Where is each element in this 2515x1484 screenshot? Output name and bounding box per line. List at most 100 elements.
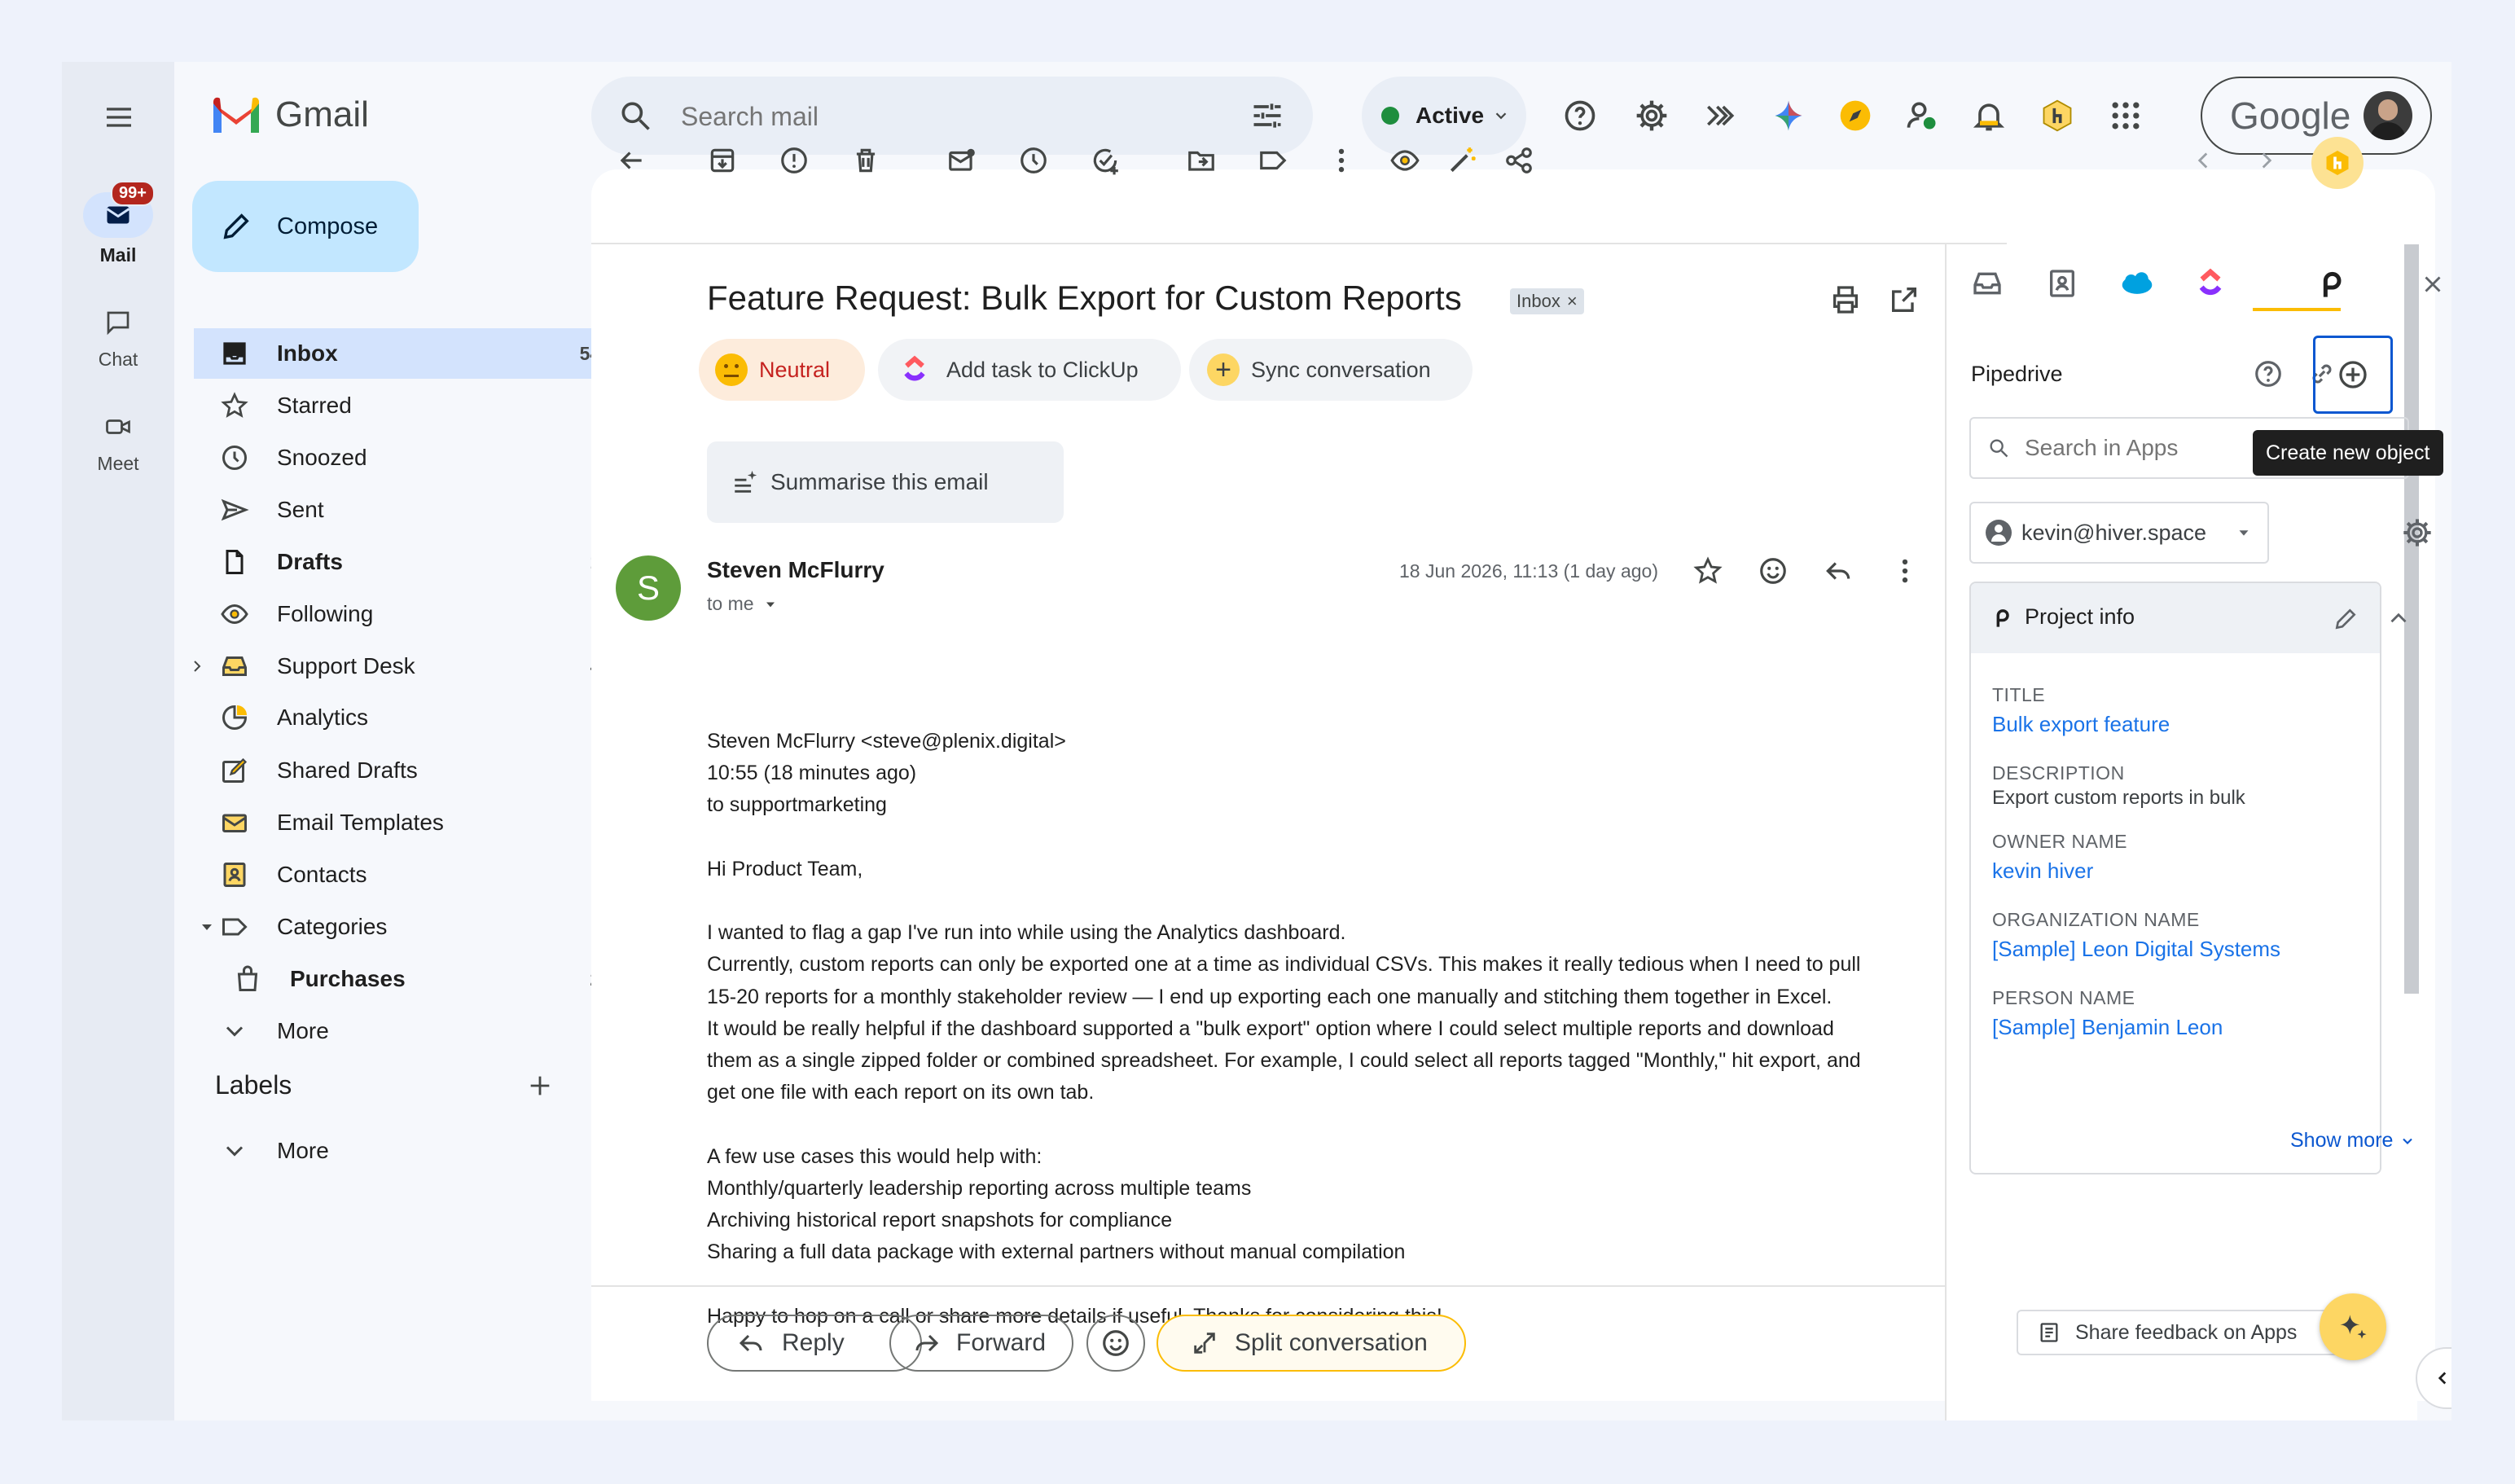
snooze-icon[interactable] <box>1018 145 1049 176</box>
nav-item-categories[interactable]: Categories <box>194 902 630 952</box>
filter-options-icon[interactable] <box>1249 98 1285 134</box>
clickup-chip[interactable]: Add task to ClickUp <box>878 339 1181 401</box>
main-menu-icon[interactable] <box>103 101 135 134</box>
settings-icon[interactable] <box>1634 98 1670 134</box>
compass-icon[interactable] <box>1837 98 1873 134</box>
workflow-icon[interactable] <box>1702 98 1738 134</box>
print-icon[interactable] <box>1829 283 1862 316</box>
share-feedback-button[interactable]: Share feedback on Apps <box>2017 1310 2342 1355</box>
mark-unread-icon[interactable] <box>946 145 977 176</box>
magic-wand-icon[interactable] <box>1446 145 1477 176</box>
open-new-window-icon[interactable] <box>1888 283 1920 316</box>
emoji-reply-button[interactable] <box>1086 1315 1145 1372</box>
nav-item-sent[interactable]: Sent <box>194 485 630 535</box>
help-icon[interactable] <box>1562 98 1598 134</box>
nav-item-starred[interactable]: Starred <box>194 380 630 431</box>
more-vert-icon[interactable] <box>1326 145 1357 176</box>
show-more-link[interactable]: Show more <box>2290 1129 2416 1153</box>
edit-pencil-icon[interactable] <box>2333 606 2359 632</box>
forward-button[interactable]: Forward <box>889 1315 1073 1372</box>
back-arrow-icon[interactable] <box>616 145 647 176</box>
apps-search-input[interactable] <box>2023 434 2254 462</box>
panel-close-icon[interactable] <box>2419 270 2447 298</box>
forward-label: Forward <box>956 1329 1047 1356</box>
gemini-icon[interactable] <box>1771 98 1806 134</box>
rail-mail[interactable]: 99+ Mail <box>62 181 174 266</box>
rail-chat[interactable]: Chat <box>62 300 174 371</box>
hiver-badge[interactable] <box>2311 137 2364 189</box>
panel-help-icon[interactable] <box>2253 358 2284 389</box>
split-conversation-button[interactable]: Split conversation <box>1157 1315 1466 1372</box>
field-value[interactable]: [Sample] Benjamin Leon <box>1992 1015 2223 1040</box>
expand-right-icon[interactable] <box>187 656 207 676</box>
contact-status-icon[interactable] <box>1904 98 1940 134</box>
chevron-up-icon[interactable] <box>2385 604 2412 632</box>
nav-item-drafts[interactable]: Drafts19 <box>194 537 630 587</box>
sentiment-chip[interactable]: Neutral <box>699 339 865 401</box>
account-switcher[interactable]: Google <box>2201 77 2432 155</box>
report-spam-icon[interactable] <box>779 145 810 176</box>
pipedrive-tab[interactable] <box>2315 267 2347 300</box>
sync-chip[interactable]: + Sync conversation <box>1189 339 1473 401</box>
salesforce-icon[interactable] <box>2119 266 2155 301</box>
hiver-shield-icon[interactable] <box>2039 98 2075 134</box>
rail-meet[interactable]: Meet <box>62 404 174 475</box>
bell-icon[interactable] <box>1971 98 2007 134</box>
trash-icon[interactable] <box>850 145 881 176</box>
nav-item-contacts[interactable]: Contacts <box>194 850 630 900</box>
nav-item-email-templates[interactable]: Email Templates <box>194 797 630 848</box>
archive-icon[interactable] <box>707 145 738 176</box>
apps-grid-icon[interactable] <box>2108 98 2144 134</box>
move-to-icon[interactable] <box>1186 145 1217 176</box>
status-dropdown[interactable]: Active <box>1362 77 1526 155</box>
message-more-icon[interactable] <box>1890 555 1920 586</box>
nav-item-purchases[interactable]: Purchases22 <box>207 954 630 1004</box>
eye-icon[interactable] <box>1389 145 1420 176</box>
field-value[interactable]: kevin hiver <box>1992 858 2093 884</box>
account-select[interactable]: kevin@hiver.space <box>1969 502 2269 564</box>
email-date: 18 Jun 2026, 11:13 (1 day ago) <box>1399 560 1658 582</box>
panel-settings-icon[interactable] <box>2401 516 2434 549</box>
to-label: to me <box>707 593 754 614</box>
recipients-toggle[interactable]: to me <box>707 593 779 615</box>
field-value[interactable]: [Sample] Leon Digital Systems <box>1992 937 2280 962</box>
search-icon[interactable] <box>617 98 653 134</box>
field-value[interactable]: Bulk export feature <box>1992 712 2170 737</box>
nav-item-inbox[interactable]: Inbox545 <box>194 328 630 379</box>
expand-down-icon[interactable] <box>197 917 217 937</box>
search-bar[interactable] <box>591 77 1313 155</box>
add-label-icon[interactable] <box>526 1072 554 1100</box>
nav-item-support-desk[interactable]: Support Desk41 <box>194 641 630 692</box>
chevron-right-icon[interactable] <box>2253 147 2280 174</box>
share-icon[interactable] <box>1503 145 1534 176</box>
emoji-react-icon[interactable] <box>1758 555 1789 586</box>
nav-item-shared-drafts[interactable]: Shared Drafts <box>194 745 630 796</box>
panel-contacts-icon[interactable] <box>2046 267 2078 300</box>
add-circle-icon <box>2337 358 2369 391</box>
chevron-left-icon[interactable] <box>2189 147 2217 174</box>
sender-avatar[interactable]: S <box>616 555 681 621</box>
labels-more[interactable]: More <box>194 1126 630 1176</box>
close-icon[interactable]: × <box>1567 291 1578 312</box>
gmail-logo-icon[interactable] <box>210 94 262 135</box>
summarise-button[interactable]: Summarise this email <box>707 441 1064 523</box>
nav-item-analytics[interactable]: Analytics <box>194 692 630 743</box>
compose-button[interactable]: Compose <box>192 181 419 272</box>
star-icon <box>220 391 249 420</box>
nav-item-more[interactable]: More <box>194 1006 630 1056</box>
add-task-icon[interactable] <box>1090 145 1121 176</box>
rail-chat-label: Chat <box>98 349 138 370</box>
inbox-tag[interactable]: Inbox × <box>1510 288 1584 314</box>
star-icon[interactable] <box>1692 555 1723 586</box>
search-input[interactable] <box>679 94 1204 138</box>
label-icon[interactable] <box>1258 145 1288 176</box>
panel-clickup-icon[interactable] <box>2194 267 2227 300</box>
ai-assist-button[interactable] <box>2320 1293 2386 1360</box>
create-object-button[interactable] <box>2313 336 2393 414</box>
sender-name[interactable]: Steven McFlurry <box>707 557 884 583</box>
panel-inbox-icon[interactable] <box>1971 267 2004 300</box>
reply-icon[interactable] <box>1823 555 1854 586</box>
nav-item-snoozed[interactable]: Snoozed <box>194 432 630 483</box>
app-name: Gmail <box>275 94 369 134</box>
nav-item-following[interactable]: Following <box>194 589 630 639</box>
